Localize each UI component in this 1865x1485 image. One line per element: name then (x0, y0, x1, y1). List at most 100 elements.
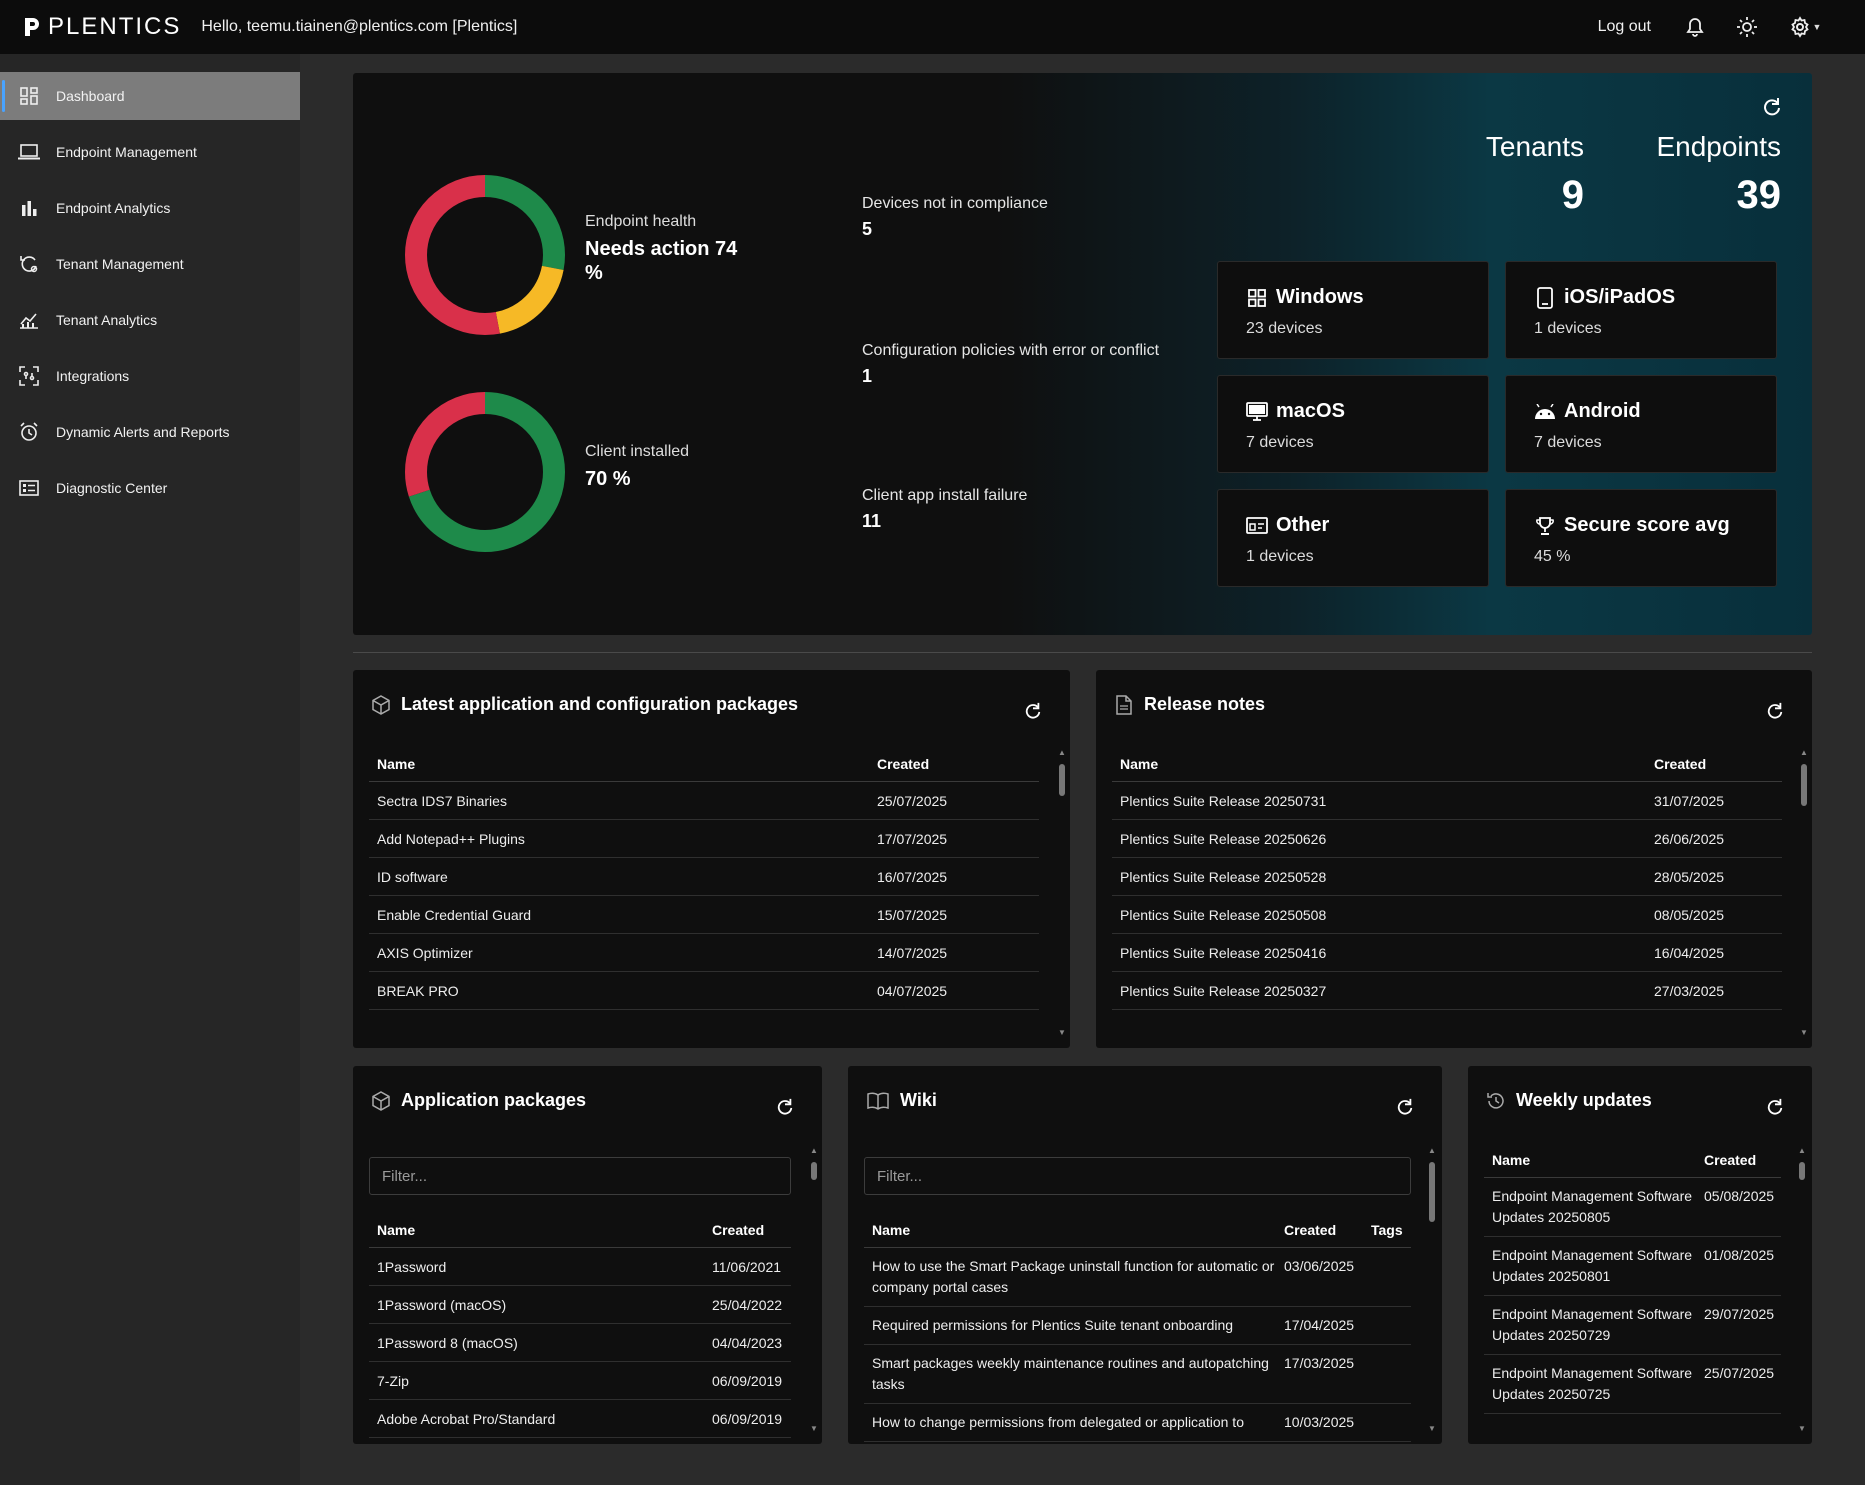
bell-icon[interactable] (1683, 15, 1707, 39)
table-cell: 29/07/2025 (1704, 1306, 1775, 1322)
sidebar-item-dashboard[interactable]: Dashboard (0, 72, 300, 120)
table-row[interactable]: AXIS Optimizer 14/07/2025 (369, 934, 1039, 972)
table-cell: 28/05/2025 (1654, 868, 1725, 885)
scroll-down-icon[interactable]: ▼ (1797, 1424, 1807, 1434)
android-card[interactable]: Android 7 devices (1505, 375, 1777, 473)
table-row[interactable]: Endpoint Management Software Updates 202… (1484, 1178, 1781, 1237)
table-row[interactable]: Plentics Suite Release 20250327 27/03/202… (1112, 972, 1782, 1010)
scroll-up-icon[interactable]: ▲ (1797, 1146, 1807, 1156)
logo-mark-icon (22, 16, 42, 38)
scroll-down-icon[interactable]: ▼ (809, 1424, 819, 1434)
scroll-thumb[interactable] (811, 1162, 817, 1180)
scroll-up-icon[interactable]: ▲ (1427, 1146, 1437, 1156)
column-header[interactable]: Name (1112, 756, 1646, 772)
table-row[interactable]: 1Password 11/06/2021 (369, 1248, 791, 1286)
column-header[interactable]: Created (704, 1222, 791, 1238)
sidebar-item-tenant-management[interactable]: Tenant Management (0, 240, 300, 288)
endpoints-counter[interactable]: Endpoints 39 (1656, 131, 1781, 218)
scroll-down-icon[interactable]: ▼ (1427, 1424, 1437, 1434)
sidebar-item-diagnostic-center[interactable]: Diagnostic Center (0, 464, 300, 512)
secure-score-card[interactable]: Secure score avg 45 % (1505, 489, 1777, 587)
column-header[interactable]: Name (369, 756, 869, 772)
gear-icon[interactable]: ▼ (1787, 15, 1823, 39)
macos-card[interactable]: macOS 7 devices (1217, 375, 1489, 473)
other-card[interactable]: Other 1 devices (1217, 489, 1489, 587)
devices-noncompliance-metric[interactable]: Devices not in compliance 5 (862, 195, 1048, 240)
column-header[interactable]: Created (1696, 1152, 1781, 1168)
scroll-down-icon[interactable]: ▼ (1057, 1028, 1067, 1038)
diagnostic-list-icon (18, 477, 40, 499)
ios-card[interactable]: iOS/iPadOS 1 devices (1505, 261, 1777, 359)
column-header[interactable]: Name (1484, 1152, 1696, 1168)
scroll-up-icon[interactable]: ▲ (809, 1146, 819, 1156)
sun-icon[interactable] (1735, 15, 1759, 39)
package-icon (371, 1090, 391, 1111)
column-header[interactable]: Created (1276, 1222, 1363, 1238)
client-install-failure-metric[interactable]: Client app install failure 11 (862, 487, 1027, 532)
scroll-thumb[interactable] (1059, 764, 1065, 796)
scrollbar[interactable]: ▲ ▼ (1056, 748, 1068, 1038)
windows-card[interactable]: Windows 23 devices (1217, 261, 1489, 359)
table-row[interactable]: Adobe Acrobat Pro/Standard 06/09/2019 (369, 1400, 791, 1438)
scrollbar[interactable]: ▲ ▼ (808, 1146, 820, 1434)
table-row[interactable]: How to change permissions from delegated… (864, 1404, 1411, 1442)
table-row[interactable]: Add Notepad++ Plugins 17/07/2025 (369, 820, 1039, 858)
scrollbar[interactable]: ▲ ▼ (1798, 748, 1810, 1038)
filter-input[interactable] (369, 1157, 791, 1195)
config-policies-error-metric[interactable]: Configuration policies with error or con… (862, 342, 1159, 387)
column-header[interactable]: Created (1646, 756, 1782, 772)
table-row[interactable]: 7-Zip 06/09/2019 (369, 1362, 791, 1400)
table-row[interactable]: Endpoint Management Software Updates 202… (1484, 1296, 1781, 1355)
table-cell: Plentics Suite Release 20250327 (1120, 982, 1327, 999)
metric-label: Devices not in compliance (862, 195, 1048, 212)
scrollbar[interactable]: ▲ ▼ (1426, 1146, 1438, 1434)
scrollbar[interactable]: ▲ ▼ (1796, 1146, 1808, 1434)
refresh-icon[interactable] (1766, 1098, 1784, 1121)
table-row[interactable]: Sectra IDS7 Binaries 25/07/2025 (369, 782, 1039, 820)
table-row[interactable]: ID software 16/07/2025 (369, 858, 1039, 896)
table-row[interactable]: Plentics Suite Release 20250626 26/06/202… (1112, 820, 1782, 858)
column-header[interactable]: Tags (1363, 1222, 1411, 1238)
refresh-icon[interactable] (1396, 1098, 1414, 1121)
latest-packages-table: Name Created Sectra IDS7 Binaries 25/07/202… (369, 744, 1039, 1010)
table-row[interactable]: How to use the Smart Package uninstall f… (864, 1248, 1411, 1307)
scroll-thumb[interactable] (1799, 1162, 1805, 1180)
table-row[interactable]: Endpoint Management Software Updates 202… (1484, 1237, 1781, 1296)
column-header[interactable]: Name (864, 1222, 1276, 1238)
sidebar-item-endpoint-analytics[interactable]: Endpoint Analytics (0, 184, 300, 232)
logout-link[interactable]: Log out (1598, 18, 1651, 36)
refresh-icon[interactable] (1024, 702, 1042, 725)
sidebar-item-tenant-analytics[interactable]: Tenant Analytics (0, 296, 300, 344)
refresh-icon[interactable] (1762, 97, 1782, 122)
sidebar-item-integrations[interactable]: Integrations (0, 352, 300, 400)
table-row[interactable]: 1Password (macOS) 25/04/2022 (369, 1286, 791, 1324)
table-row[interactable]: Enable Credential Guard 15/07/2025 (369, 896, 1039, 934)
table-row[interactable]: Endpoint Management Software Updates 202… (1484, 1355, 1781, 1414)
scroll-up-icon[interactable]: ▲ (1057, 748, 1067, 758)
plentics-logo[interactable]: PLENTICS (22, 13, 181, 41)
table-row[interactable]: 1Password 8 (macOS) 04/04/2023 (369, 1324, 791, 1362)
column-header[interactable]: Name (369, 1222, 704, 1238)
table-row[interactable]: BREAK PRO 04/07/2025 (369, 972, 1039, 1010)
table-cell: Endpoint Management Software Updates 202… (1492, 1188, 1693, 1225)
table-row[interactable]: Plentics Suite Release 20250416 16/04/202… (1112, 934, 1782, 972)
scroll-down-icon[interactable]: ▼ (1799, 1028, 1809, 1038)
filter-input[interactable] (864, 1157, 1411, 1195)
table-row[interactable]: Smart packages weekly maintenance routin… (864, 1345, 1411, 1404)
table-row[interactable]: Plentics Suite Release 20250731 31/07/202… (1112, 782, 1782, 820)
laptop-icon (18, 141, 40, 163)
scroll-up-icon[interactable]: ▲ (1799, 748, 1809, 758)
scroll-thumb[interactable] (1801, 764, 1807, 806)
table-row[interactable]: Plentics Suite Release 20250528 28/05/202… (1112, 858, 1782, 896)
refresh-icon[interactable] (1766, 702, 1784, 725)
tenants-counter[interactable]: Tenants 9 (1486, 131, 1584, 218)
column-header[interactable]: Created (869, 756, 1039, 772)
sidebar-item-label: Endpoint Management (56, 144, 197, 160)
refresh-icon[interactable] (776, 1098, 794, 1121)
client-installed-label: Client installed (585, 443, 690, 460)
sidebar-item-dynamic-alerts-and-reports[interactable]: Dynamic Alerts and Reports (0, 408, 300, 456)
sidebar-item-endpoint-management[interactable]: Endpoint Management (0, 128, 300, 176)
table-row[interactable]: Plentics Suite Release 20250508 08/05/202… (1112, 896, 1782, 934)
scroll-thumb[interactable] (1429, 1162, 1435, 1222)
table-row[interactable]: Required permissions for Plentics Suite … (864, 1307, 1411, 1345)
